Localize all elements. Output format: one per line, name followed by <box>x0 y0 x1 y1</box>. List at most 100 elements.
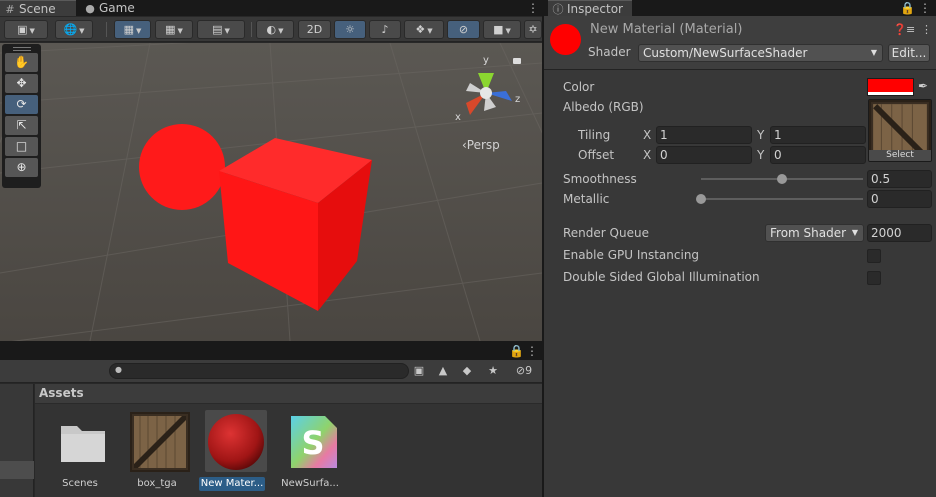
search-field[interactable]: ● <box>109 363 409 379</box>
scene-tabbar: # Scene ● Game ⋮ <box>0 0 542 16</box>
eyedropper-icon[interactable]: ✒ <box>918 79 928 93</box>
offset-label: Offset <box>578 148 615 162</box>
double-sided-gi-checkbox[interactable] <box>867 271 881 285</box>
tiling-y-axis-label: Y <box>757 128 765 142</box>
albedo-label: Albedo (RGB) <box>563 100 644 114</box>
hidden-count: 9 <box>525 364 533 377</box>
smoothness-field[interactable]: 0.5 <box>867 170 932 188</box>
metallic-slider-track[interactable] <box>701 198 863 200</box>
tab-game[interactable]: ● Game <box>80 0 150 16</box>
metallic-slider-handle[interactable] <box>696 194 706 204</box>
grid-snap-button[interactable]: ▦ ▼ <box>114 20 151 39</box>
shading-mode-dropdown[interactable]: ◐ ▼ <box>256 20 294 39</box>
svg-text:S: S <box>301 424 324 462</box>
lock-icon[interactable]: 🔒 <box>900 0 915 16</box>
panel-menu-icon[interactable]: ⋮ <box>526 343 538 359</box>
rect-tool-icon[interactable]: □ <box>5 137 38 156</box>
toggle-2d-button[interactable]: 2D <box>298 20 331 39</box>
scene-viewport[interactable]: y z x ‹Persp <box>0 43 542 341</box>
assets-breadcrumb[interactable]: Assets <box>35 384 542 404</box>
tiling-y-field[interactable]: 1 <box>770 126 866 144</box>
shader-value: Custom/NewSurfaceShader <box>643 46 808 60</box>
scene-visibility-toggle[interactable]: ⊘ <box>447 20 480 39</box>
eye-hidden-icon: ⊘ <box>515 364 526 377</box>
render-queue-field[interactable]: 2000 <box>867 224 932 242</box>
grid-visibility-button[interactable]: ▦ ▼ <box>155 20 193 39</box>
gpu-instancing-checkbox[interactable] <box>867 249 881 263</box>
global-dropdown[interactable]: 🌐 ▼ <box>55 20 93 39</box>
assets-grid: Assets Scenes box_tga New Mater... S New… <box>35 384 542 497</box>
tree-selected-row[interactable] <box>0 461 34 479</box>
search-input[interactable] <box>126 365 404 377</box>
tab-scene[interactable]: # Scene <box>0 0 76 16</box>
preset-icon[interactable]: ≡ <box>906 23 915 36</box>
color-field[interactable] <box>867 78 914 96</box>
shading-sphere-icon: ◐ <box>266 23 277 36</box>
asset-label: Scenes <box>62 478 98 489</box>
chevron-down-icon: ▼ <box>136 27 142 35</box>
chevron-down-icon: ▼ <box>177 27 183 35</box>
search-by-type-icon[interactable]: ▣ <box>411 363 427 379</box>
gizmo-label-z: z <box>515 94 520 105</box>
audio-toggle[interactable]: ♪ <box>369 20 401 39</box>
draw-mode-dropdown[interactable]: ▣ ▼ <box>4 20 48 39</box>
hidden-packages-toggle[interactable]: ⊘9 <box>511 363 537 379</box>
edit-shader-button[interactable]: Edit... <box>888 44 930 62</box>
material-icon <box>208 414 264 470</box>
panel-menu-icon[interactable]: ⋮ <box>919 0 931 16</box>
chevron-down-icon: ▼ <box>870 48 877 57</box>
gizmos-button[interactable]: ✡ <box>524 20 542 39</box>
rotate-tool-icon[interactable]: ⟳ <box>5 95 38 114</box>
offset-y-field[interactable]: 0 <box>770 146 866 164</box>
gizmo-lock-icon[interactable] <box>513 58 521 64</box>
smoothness-slider-handle[interactable] <box>777 174 787 184</box>
shader-dropdown[interactable]: Custom/NewSurfaceShader ▼ <box>638 44 883 62</box>
shader-label: Shader <box>588 45 631 59</box>
asset-item[interactable]: Scenes <box>42 412 118 494</box>
filter-by-label-icon[interactable]: ◆ <box>459 363 475 379</box>
projection-label[interactable]: ‹Persp <box>462 138 500 152</box>
favorites-star-icon[interactable]: ★ <box>485 363 501 379</box>
hand-tool-icon[interactable]: ✋ <box>5 53 38 72</box>
albedo-select-button[interactable]: Select <box>869 150 931 161</box>
transform-tool-icon[interactable]: ⊕ <box>5 158 38 177</box>
render-queue-dropdown[interactable]: From Shader ▼ <box>765 224 864 242</box>
gizmo-label-x: x <box>455 112 461 123</box>
chevron-down-icon: ▼ <box>427 27 433 35</box>
chevron-down-icon: ▼ <box>224 27 230 35</box>
lock-icon[interactable]: 🔒 <box>509 343 524 359</box>
asset-item[interactable]: box_tga <box>119 412 195 494</box>
offset-x-axis-label: X <box>643 148 652 162</box>
chevron-down-icon: ▼ <box>851 228 858 237</box>
move-tool-icon[interactable]: ✥ <box>5 74 38 93</box>
tab-inspector[interactable]: ⓘ Inspector <box>548 0 632 16</box>
grid-icon: # <box>5 3 15 16</box>
project-folder-tree[interactable] <box>0 384 34 497</box>
color-label: Color <box>563 80 595 94</box>
lightbulb-icon: ☼ <box>345 23 355 36</box>
effects-dropdown[interactable]: ❖ ▼ <box>404 20 444 39</box>
camera-dropdown[interactable]: ■ ▼ <box>483 20 521 39</box>
metallic-field[interactable]: 0 <box>867 190 932 208</box>
red-sphere[interactable] <box>139 124 225 210</box>
gizmo-icon: ✡ <box>528 23 538 36</box>
scale-tool-icon[interactable]: ⇱ <box>5 116 38 135</box>
increment-snap-button[interactable]: ▤ ▼ <box>197 20 245 39</box>
tiling-x-axis-label: X <box>643 128 652 142</box>
palette-grip-icon[interactable] <box>12 47 31 51</box>
albedo-texture-slot[interactable]: Select <box>868 99 932 162</box>
panel-menu-icon[interactable]: ⋮ <box>527 0 539 16</box>
scene-panel: # Scene ● Game ⋮ ▣ ▼ 🌐 ▼ ▦ ▼ ▦ ▼ ▤ ▼ ◐ ▼ 2D ☼ ♪ … <box>0 0 542 341</box>
offset-x-field[interactable]: 0 <box>656 146 752 164</box>
lighting-toggle[interactable]: ☼ <box>334 20 366 39</box>
context-menu-icon[interactable]: ⋮ <box>921 23 932 36</box>
help-icon[interactable]: ❓ <box>893 23 907 36</box>
tiling-x-field[interactable]: 1 <box>656 126 752 144</box>
filter-by-type-icon[interactable]: ▲ <box>435 363 451 379</box>
chevron-down-icon: ▼ <box>79 27 85 35</box>
material-title: New Material (Material) <box>590 22 743 37</box>
gpu-instancing-label: Enable GPU Instancing <box>563 248 700 262</box>
asset-item[interactable]: S NewSurfa... <box>272 412 348 494</box>
camera-icon: ■ <box>493 23 504 36</box>
asset-item[interactable]: New Mater... <box>197 410 273 494</box>
